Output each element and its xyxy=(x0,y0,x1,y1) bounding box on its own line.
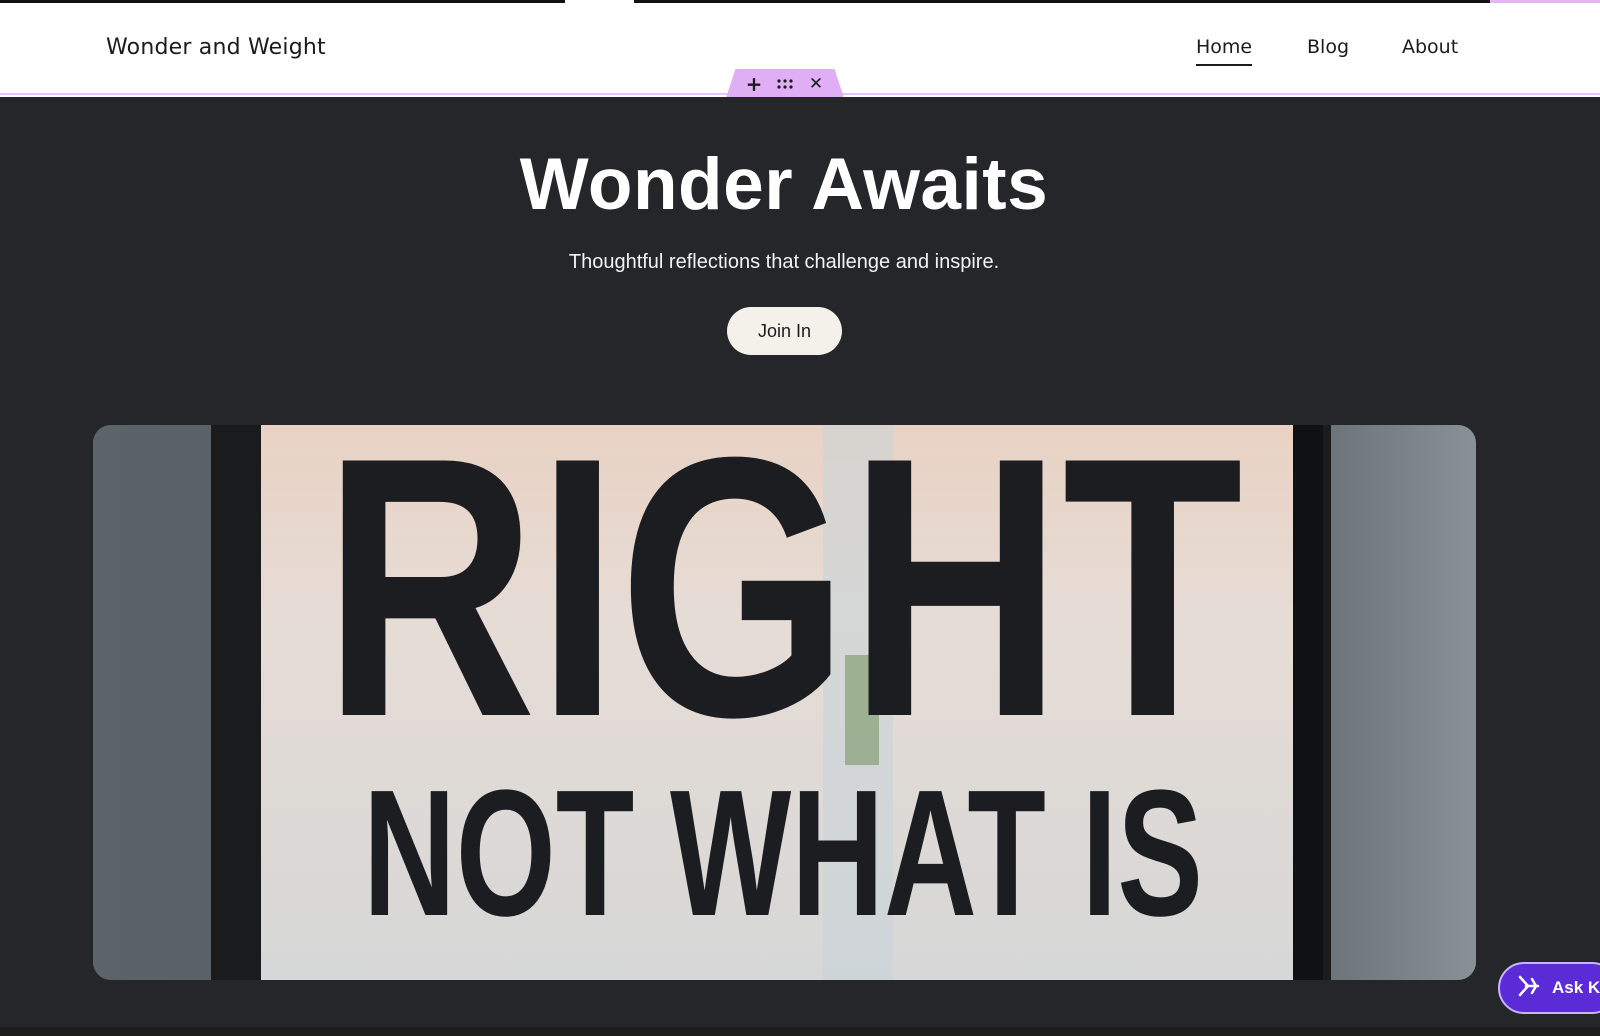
ask-assistant-label: Ask Ko xyxy=(1552,978,1600,997)
close-icon[interactable]: ✕ xyxy=(802,69,830,98)
hero-section: Wonder Awaits Thoughtful reflections tha… xyxy=(0,97,1600,1027)
site-header: Wonder and Weight Home Blog About + ✕ xyxy=(0,3,1600,98)
poster-text-line2: NOT WHAT IS xyxy=(363,753,1203,954)
hero-subtitle: Thoughtful reflections that challenge an… xyxy=(568,251,1000,273)
nav-item-blog[interactable]: Blog xyxy=(1307,36,1349,64)
poster-photo: RIGHT NOT WHAT IS xyxy=(93,425,1476,980)
drag-dots-icon[interactable] xyxy=(771,69,799,98)
hero-title: Wonder Awaits xyxy=(519,144,1049,225)
join-in-button[interactable]: Join In xyxy=(727,307,842,355)
plus-icon[interactable]: + xyxy=(740,69,768,98)
poster-text: RIGHT NOT WHAT IS xyxy=(323,425,1243,954)
hero-image: RIGHT NOT WHAT IS xyxy=(93,425,1476,980)
poster-text-line1: RIGHT xyxy=(323,425,1243,794)
nav-item-home[interactable]: Home xyxy=(1196,36,1253,66)
sparkle-icon xyxy=(1516,973,1542,1004)
nav-item-about[interactable]: About xyxy=(1402,36,1458,64)
ask-assistant-button[interactable]: Ask Ko xyxy=(1498,962,1600,1014)
next-section-edge xyxy=(0,1027,1600,1036)
section-edit-toolbar: + ✕ xyxy=(726,69,844,98)
